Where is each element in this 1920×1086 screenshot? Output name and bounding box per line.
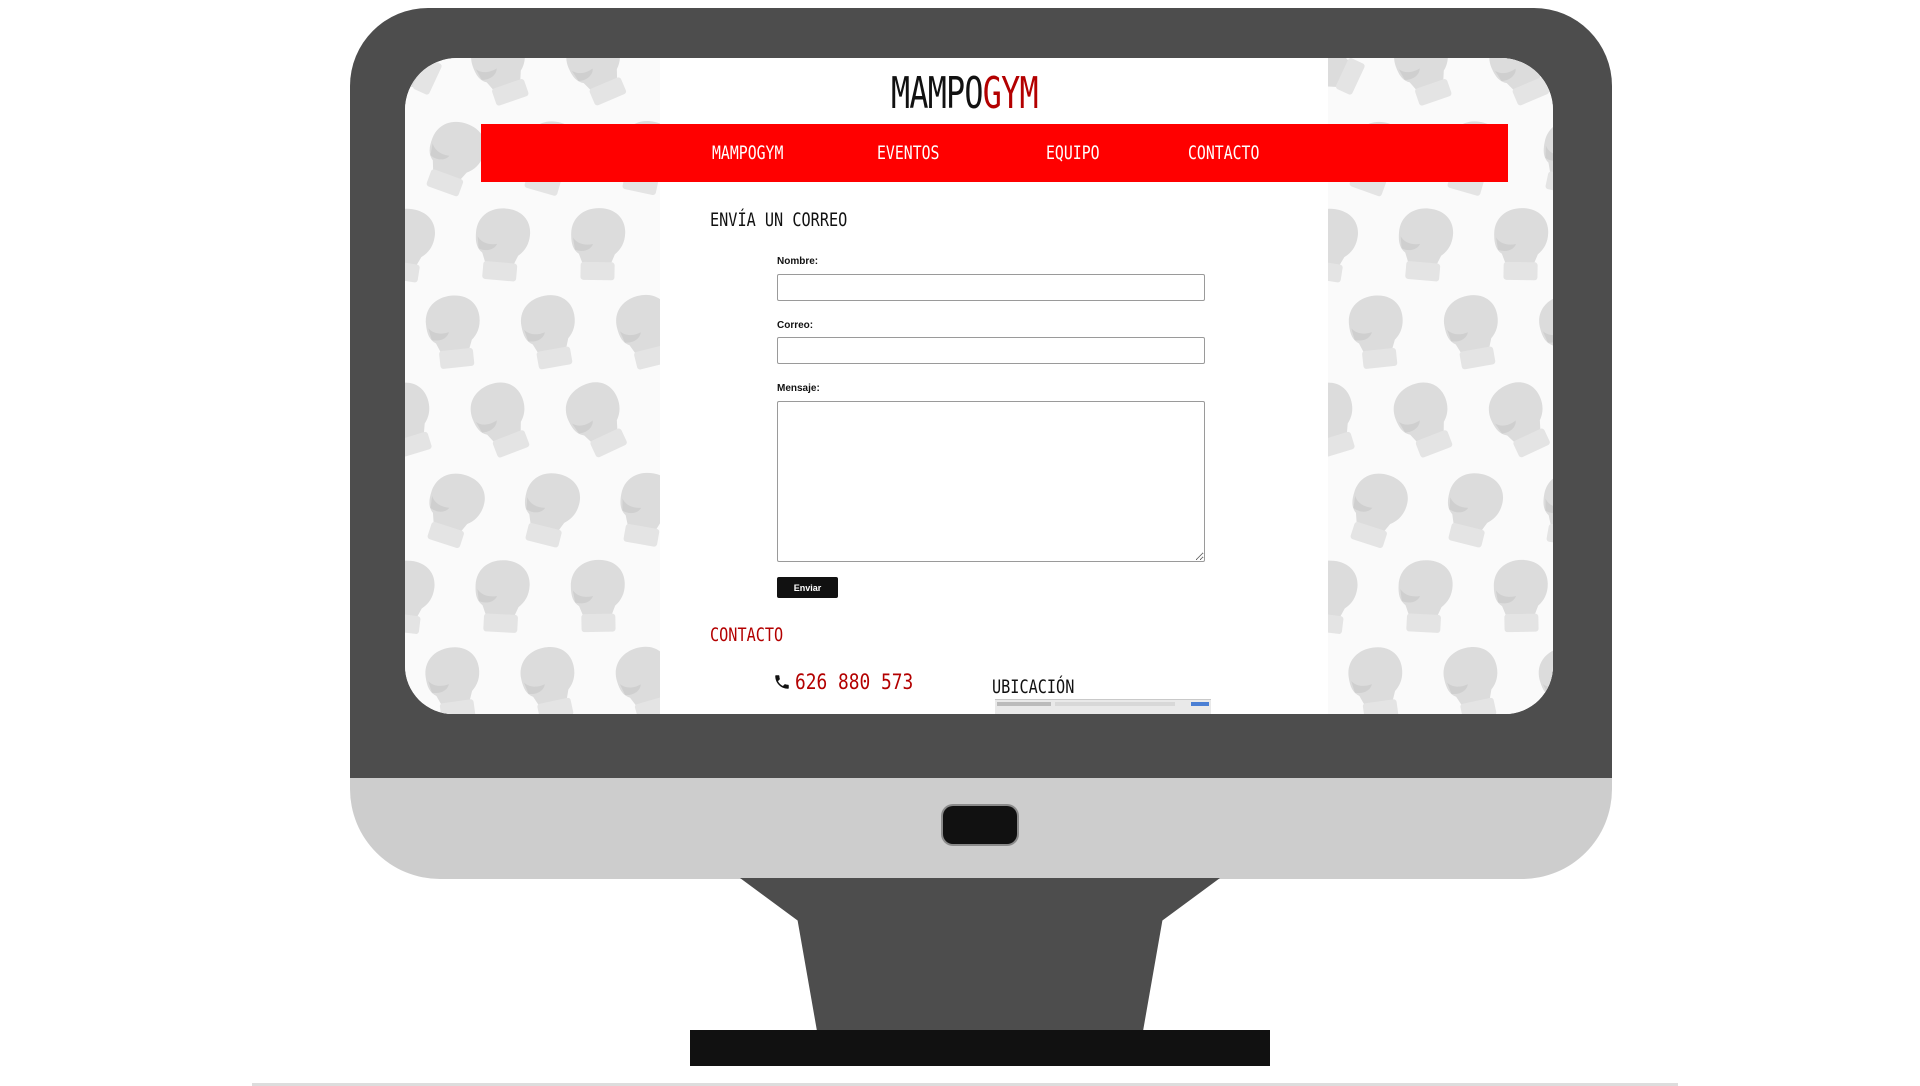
boxing-glove-icon [405,552,444,642]
boxing-glove-icon [459,554,537,640]
monitor-stand-base [690,1030,1270,1066]
boxing-glove-icon [1521,462,1553,556]
location-title: UBICACIÓN [992,676,1075,698]
nav-item-eventos[interactable]: EVENTOS [877,142,939,164]
boxing-glove-icon [543,368,645,474]
nav-item-equipo[interactable]: EQUIPO [1046,142,1100,164]
boxing-glove-icon [1381,201,1462,289]
phone-icon [773,673,791,691]
message-field[interactable] [777,401,1205,562]
boxing-glove-icon [556,555,631,638]
phone-number[interactable]: 626 880 573 [795,670,913,694]
boxing-glove-icon [1479,203,1553,286]
boxing-glove-icon [1424,637,1513,714]
main-nav: MAMPOGYM EVENTOS EQUIPO CONTACTO [481,124,1508,182]
brand-part-2: GYM [982,68,1039,119]
email-label: Correo: [777,320,814,331]
boxing-glove-icon [1382,554,1460,640]
monitor-screen: MAMPOGYM MAMPOGYM EVENTOS EQUIPO CONTACT… [405,58,1553,714]
boxing-glove-icon [651,202,660,288]
brand-part-1: MAMPO [891,68,983,119]
boxing-glove-icon [556,203,631,286]
boxing-glove-icon [1331,639,1416,714]
boxing-glove-icon [640,58,660,121]
site-logo[interactable]: MAMPOGYM [891,68,1039,119]
boxing-glove-icon [405,199,445,292]
phone-row: 626 880 573 [773,670,935,694]
monitor-stand-neck [740,878,1220,1030]
map-thumbnail[interactable] [995,699,1211,714]
boxing-glove-icon [1328,459,1421,560]
boxing-glove-icon [405,459,498,560]
boxing-glove-icon [501,637,590,714]
message-label: Mensaje: [777,383,820,394]
boxing-glove-icon [1332,288,1414,377]
boxing-glove-icon [598,462,660,556]
monitor-logo [943,806,1017,844]
boxing-glove-icon [449,369,547,472]
contact-title: CONTACTO [710,624,784,646]
boxing-glove-icon [596,284,660,381]
boxing-glove-icon [1519,284,1553,381]
nav-item-contacto[interactable]: CONTACTO [1188,142,1259,164]
boxing-glove-icon [1479,555,1553,638]
boxing-glove-icon [408,639,493,714]
boxing-glove-icon [500,460,592,557]
boxing-glove-icon [595,635,660,714]
name-label: Nombre: [777,256,819,267]
boxing-glove-icon [1328,371,1372,471]
boxing-glove-icon [458,201,539,289]
name-field[interactable] [777,274,1205,301]
boxing-glove-icon [641,369,660,472]
boxing-glove-icon [1520,109,1553,205]
email-field[interactable] [777,337,1205,364]
form-title: ENVÍA UN CORREO [710,209,848,231]
send-button[interactable]: Enviar [777,577,838,598]
boxing-glove-icon [1518,635,1553,714]
nav-item-mampogym[interactable]: MAMPOGYM [712,142,783,164]
boxing-glove-icon [1328,552,1367,642]
boxing-glove-icon [405,371,449,471]
boxing-glove-icon [502,286,589,380]
boxing-glove-icon [1372,369,1470,472]
boxing-glove-icon [1328,199,1368,292]
boxing-glove-icon [1425,286,1512,380]
boxing-glove-icon [1466,368,1553,474]
boxing-glove-icon [650,553,660,641]
boxing-glove-icon [409,288,491,377]
boxing-glove-icon [1423,460,1515,557]
